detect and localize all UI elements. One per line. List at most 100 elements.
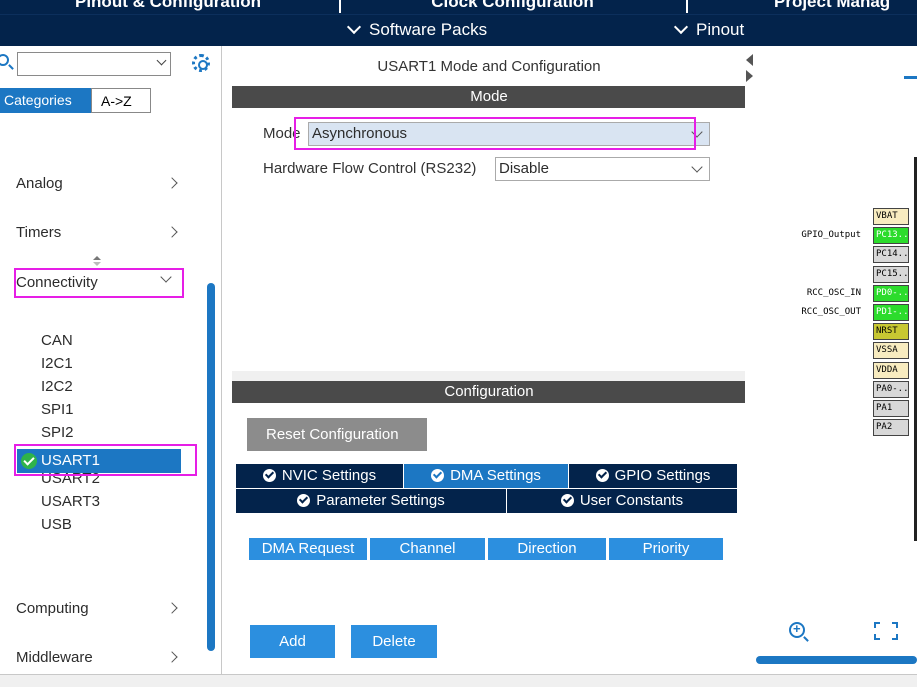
category-tabs: Categories A->Z — [0, 88, 151, 113]
column-priority[interactable]: Priority — [609, 538, 723, 560]
list-item-can[interactable]: CAN — [41, 330, 73, 352]
chevron-down-icon — [156, 55, 167, 66]
category-analog[interactable]: Analog — [16, 172, 188, 196]
category-connectivity[interactable]: Connectivity — [14, 268, 184, 298]
pin-vdda[interactable]: VDDA — [873, 362, 909, 379]
check-circle-icon — [595, 469, 609, 482]
list-item-spi1[interactable]: SPI1 — [41, 399, 74, 421]
category-timers[interactable]: Timers — [16, 221, 188, 245]
chevron-right-icon — [166, 651, 178, 663]
category-list: Analog Timers Connectivity CAN I2C1 I2C2… — [0, 113, 222, 674]
tab-nvic-settings[interactable]: NVIC Settings — [236, 464, 404, 488]
horizontal-scrollbar[interactable] — [756, 656, 917, 664]
configuration-section: Configuration Reset Configuration NVIC S… — [232, 381, 746, 674]
pin-vssa[interactable]: VSSA — [873, 342, 909, 359]
column-direction[interactable]: Direction — [488, 538, 606, 560]
tab-label: NVIC Settings — [281, 467, 377, 484]
chevron-down-icon — [673, 19, 689, 35]
mode-highlight — [294, 117, 696, 150]
category-label: Analog — [16, 175, 63, 192]
pin-pc15[interactable]: PC15.. — [873, 266, 909, 283]
tab-parameter-settings[interactable]: Parameter Settings — [236, 489, 507, 513]
gear-icon[interactable] — [192, 54, 210, 72]
status-bar — [0, 674, 917, 687]
fit-to-screen-icon[interactable] — [874, 622, 898, 640]
list-item-i2c2[interactable]: I2C2 — [41, 376, 73, 398]
hfc-value: Disable — [499, 160, 550, 177]
column-dma-request[interactable]: DMA Request — [249, 538, 367, 560]
pin-pa0[interactable]: PA0-.. — [873, 381, 909, 398]
hardware-flow-control-select[interactable]: Disable — [495, 157, 710, 181]
panel-splitter[interactable] — [745, 46, 755, 674]
scrollbar-thumb[interactable] — [207, 283, 215, 651]
list-item-i2c1[interactable]: I2C1 — [41, 353, 73, 375]
expand-right-icon[interactable] — [746, 70, 753, 82]
mode-configuration-panel: USART1 Mode and Configuration Mode Mode … — [232, 46, 746, 674]
software-packs-label: Software Packs — [369, 20, 488, 39]
mode-header: Mode — [232, 86, 746, 108]
check-circle-icon — [431, 469, 445, 482]
search-icon[interactable] — [0, 54, 9, 66]
tab-label: GPIO Settings — [614, 467, 711, 484]
category-label: Timers — [16, 224, 62, 241]
category-label: Connectivity — [16, 274, 98, 291]
reset-configuration-button[interactable]: Reset Configuration — [247, 418, 427, 451]
software-packs-menu[interactable]: Software Packs — [346, 19, 488, 40]
tab-pinout-configuration[interactable]: Pinout & Configuration — [0, 0, 336, 13]
add-button[interactable]: Add — [250, 625, 335, 658]
tab-label: Parameter Settings — [316, 492, 445, 509]
categories-panel: Categories A->Z Analog Timers Connectivi… — [0, 46, 222, 674]
list-item-usb[interactable]: USB — [41, 514, 72, 536]
chevron-right-icon — [166, 226, 178, 238]
search-dropdown[interactable] — [17, 52, 171, 76]
pin-nrst[interactable]: NRST — [873, 323, 909, 340]
delete-button[interactable]: Delete — [351, 625, 437, 658]
tab-dma-settings[interactable]: DMA Settings — [404, 464, 569, 488]
tab-label: User Constants — [579, 492, 684, 509]
tab-a-to-z[interactable]: A->Z — [91, 88, 151, 113]
pin-signal-label: RCC_OSC_OUT — [801, 307, 861, 317]
tab-label: DMA Settings — [450, 467, 541, 484]
pinout-menu[interactable]: Pinout — [673, 19, 744, 40]
pin-pa2[interactable]: PA2 — [873, 419, 909, 436]
pin-pc13[interactable]: PC13.. — [873, 227, 909, 244]
tab-clock-configuration[interactable]: Clock Configuration — [339, 0, 684, 13]
pin-pd0[interactable]: PD0-.. — [873, 285, 909, 302]
list-item-usart3[interactable]: USART3 — [41, 491, 100, 513]
zoom-in-icon[interactable] — [789, 621, 805, 638]
tab-user-constants[interactable]: User Constants — [507, 489, 738, 513]
section-divider[interactable] — [232, 371, 746, 381]
pin-pc14[interactable]: PC14.. — [873, 246, 909, 263]
tab-project-manager[interactable]: Project Manag — [686, 0, 917, 13]
tab-categories[interactable]: Categories — [0, 88, 91, 113]
category-label: Computing — [16, 600, 89, 617]
pin-vbat[interactable]: VBAT — [873, 208, 909, 225]
check-circle-icon — [560, 494, 574, 507]
chip-edge — [904, 76, 917, 79]
dma-settings-panel: DMA Request Channel Direction Priority A… — [236, 518, 742, 674]
category-middleware[interactable]: Middleware — [16, 646, 188, 670]
chevron-down-icon — [160, 271, 172, 283]
search-row — [0, 52, 222, 78]
sub-menu-bar: Software Packs Pinout — [0, 14, 917, 46]
panel-title: USART1 Mode and Configuration — [377, 58, 601, 75]
check-circle-icon — [262, 469, 276, 482]
settings-tabs-row-2: Parameter Settings User Constants — [236, 489, 738, 513]
pin-pa1[interactable]: PA1 — [873, 400, 909, 417]
column-channel[interactable]: Channel — [370, 538, 485, 560]
chevron-down-icon — [346, 19, 362, 35]
top-tab-bar: Pinout & Configuration Clock Configurati… — [0, 0, 917, 14]
settings-tabs-row-1: NVIC Settings DMA Settings GPIO Settings — [236, 464, 738, 488]
category-label: Middleware — [16, 649, 93, 666]
mode-section: Mode Asynchronous Hardware Flow Control … — [232, 108, 746, 371]
scrollbar[interactable] — [207, 116, 217, 676]
chevron-right-icon — [166, 177, 178, 189]
list-item-spi2[interactable]: SPI2 — [41, 422, 74, 444]
check-circle-icon — [297, 494, 311, 507]
hfc-label: Hardware Flow Control (RS232) — [263, 160, 477, 177]
collapse-left-icon[interactable] — [746, 54, 753, 66]
pin-pd1[interactable]: PD1-.. — [873, 304, 909, 321]
sort-icon[interactable] — [93, 256, 101, 268]
category-computing[interactable]: Computing — [16, 597, 188, 621]
tab-gpio-settings[interactable]: GPIO Settings — [569, 464, 738, 488]
